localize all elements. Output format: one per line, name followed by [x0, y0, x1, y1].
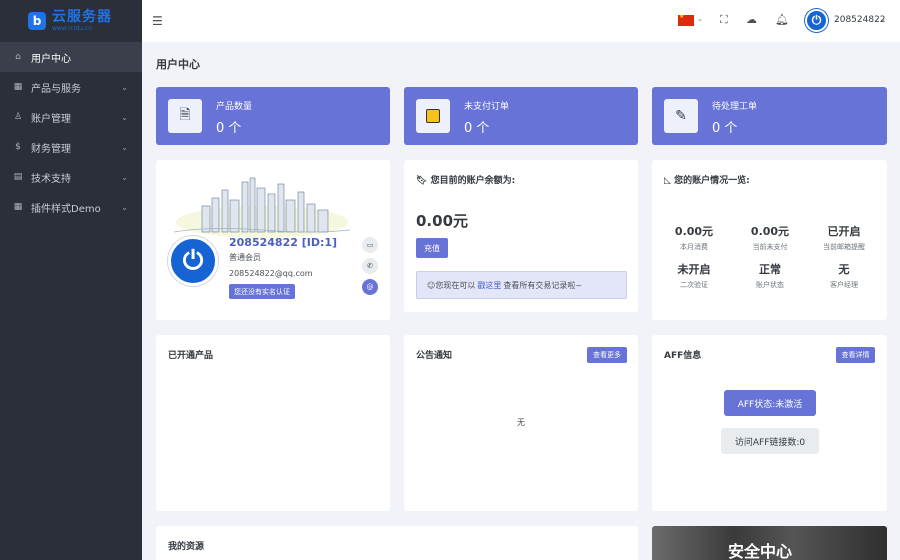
overview-item: 正常 账户状态 — [756, 263, 784, 289]
brand-name: 云服务器 — [52, 9, 112, 25]
overview-item: 无客户经理 — [830, 263, 858, 289]
sidebar: b 云服务器 www.rcidu.cn ⌂ 用户中心 ▦ 产品与服务 ⌄ ♙ 账… — [0, 0, 142, 560]
view-details-button[interactable]: 查看详情 — [836, 347, 875, 363]
sidebar-item-user-center[interactable]: ⌂ 用户中心 — [0, 42, 142, 72]
user-icon: ♙ — [13, 112, 23, 122]
sidebar-item-label: 产品与服务 — [31, 83, 81, 95]
overview-item: 0.00元 当前未支付 — [750, 225, 790, 251]
sidebar-item-label: 财务管理 — [31, 143, 71, 155]
username[interactable]: 208524822 — [834, 15, 886, 25]
view-more-button[interactable]: 查看更多 — [587, 347, 627, 363]
topbar: ☰ ⌄ ⛶ ☁ 🔔︎ ⏻ 208524822 ⌄ — [142, 0, 900, 42]
security-center-title: 安全中心 — [728, 542, 793, 560]
stat-value: 0 个 — [464, 121, 490, 136]
overview-item: 已开启 当前邮箱提醒 — [823, 225, 865, 251]
chevron-down-icon: ⌄ — [121, 82, 128, 92]
aff-visits-button[interactable]: 访问AFF链接数:0 — [721, 428, 819, 454]
bookmark-icon: 🔖︎ — [416, 176, 431, 186]
user-avatar-large: ⏻ — [168, 236, 218, 286]
stat-card-products[interactable]: 🗎 产品数量 0 个 — [156, 87, 390, 145]
sidebar-item-support[interactable]: ▤ 技术支持 ⌄ — [0, 162, 142, 192]
balance-title: 🔖︎ 您目前的账户余额为: — [416, 176, 516, 186]
id-card-icon[interactable]: ▭ — [362, 237, 378, 253]
grid-icon: ▦ — [13, 202, 23, 212]
account-overview-card: ◺ 您的账户情况一览: 0.00元 本月消费 0.00元 当前未支付 已开启 当前邮箱… — [652, 160, 887, 320]
sidebar-item-account[interactable]: ♙ 账户管理 ⌄ — [0, 102, 142, 132]
stat-value: 0 个 — [216, 121, 242, 136]
stat-label: 待处理工单 — [712, 102, 758, 112]
sidebar-item-label: 插件样式Demo — [31, 203, 101, 215]
sidebar-item-label: 账户管理 — [31, 113, 71, 125]
ticket-icon: ▤ — [13, 172, 23, 182]
fullscreen-icon[interactable]: ⛶ — [720, 13, 728, 27]
menu-toggle-icon[interactable]: ☰ — [152, 14, 163, 28]
membership-level: 普通会员 — [229, 253, 261, 262]
sidebar-item-products[interactable]: ▦ 产品与服务 ⌄ — [0, 72, 142, 102]
grid-icon: ▦ — [13, 82, 23, 92]
transactions-notice: ☺ 您现在可以 戳这里 查看所有交易记录啦~ — [416, 271, 627, 299]
aff-card: AFF信息 查看详情 AFF状态:未激活 访问AFF链接数:0 — [652, 335, 887, 511]
transactions-link[interactable]: 戳这里 — [477, 280, 501, 291]
balance-card: 🔖︎ 您目前的账户余额为: 0.00元 充值 ☺ 您现在可以 戳这里 查看所有交… — [404, 160, 638, 312]
aff-title: AFF信息 — [664, 351, 702, 361]
chart-icon: ◺ — [664, 176, 675, 186]
profile-email: 208524822@qq.com — [229, 269, 313, 278]
phone-icon[interactable]: ✆ — [362, 258, 378, 274]
pen-icon: ✎ — [664, 99, 698, 133]
chevron-down-icon[interactable]: ⌄ — [880, 15, 886, 23]
dollar-icon: $ — [15, 142, 21, 152]
verification-badge[interactable]: 您还没有实名认证 — [229, 284, 295, 299]
email-icon[interactable]: @ — [362, 279, 378, 295]
sidebar-item-label: 用户中心 — [31, 53, 71, 65]
stat-card-unpaid-orders[interactable]: 未支付订单 0 个 — [404, 87, 638, 145]
chevron-down-icon: ⌄ — [121, 172, 128, 182]
balance-value: 0.00元 — [416, 212, 469, 230]
page-title: 用户中心 — [156, 58, 200, 71]
logo-icon: b — [28, 12, 46, 30]
bell-icon[interactable]: 🔔︎ — [775, 13, 789, 26]
recharge-button[interactable]: 充值 — [416, 238, 448, 258]
sidebar-item-label: 技术支持 — [31, 173, 71, 185]
chevron-down-icon[interactable]: ⌄ — [697, 15, 703, 23]
china-flag-icon[interactable] — [678, 13, 694, 26]
order-icon — [416, 99, 450, 133]
security-center-banner[interactable]: 安全中心 — [652, 526, 887, 560]
profile-card: ⏻ 208524822 [ID:1] 普通会员 208524822@qq.com… — [156, 160, 390, 320]
empty-state: 无 — [517, 418, 525, 427]
stat-label: 未支付订单 — [464, 102, 510, 112]
resources-card: 我的资源 — [156, 526, 638, 560]
stat-label: 产品数量 — [216, 102, 253, 112]
chevron-down-icon: ⌄ — [121, 112, 128, 122]
chevron-down-icon: ⌄ — [121, 142, 128, 152]
product-icon: 🗎 — [168, 99, 202, 133]
sidebar-item-finance[interactable]: $ 财务管理 ⌄ — [0, 132, 142, 162]
cloud-icon[interactable]: ☁ — [746, 13, 757, 26]
brand-url: www.rcidu.cn — [52, 25, 92, 32]
sidebar-item-plugin-demo[interactable]: ▦ 插件样式Demo ⌄ — [0, 192, 142, 222]
stat-value: 0 个 — [712, 121, 738, 136]
logo[interactable]: b 云服务器 www.rcidu.cn — [0, 0, 142, 42]
smile-icon: ☺ — [427, 280, 436, 290]
products-title: 已开通产品 — [168, 351, 214, 361]
user-avatar[interactable]: ⏻ — [805, 9, 828, 32]
overview-title: ◺ 您的账户情况一览: — [664, 176, 750, 186]
announcements-card: 公告通知 查看更多 无 — [404, 335, 638, 511]
resources-title: 我的资源 — [168, 542, 205, 552]
profile-name: 208524822 [ID:1] — [229, 236, 338, 249]
overview-item: 未开启 二次验证 — [677, 263, 711, 289]
home-icon: ⌂ — [15, 52, 21, 62]
overview-item: 0.00元 本月消费 — [674, 225, 714, 251]
announcements-title: 公告通知 — [416, 351, 453, 361]
stat-card-pending-tickets[interactable]: ✎ 待处理工单 0 个 — [652, 87, 887, 145]
active-products-card: 已开通产品 — [156, 335, 390, 511]
aff-status-button[interactable]: AFF状态:未激活 — [724, 390, 816, 416]
city-skyline-image — [173, 177, 351, 238]
chevron-down-icon: ⌄ — [121, 202, 128, 212]
